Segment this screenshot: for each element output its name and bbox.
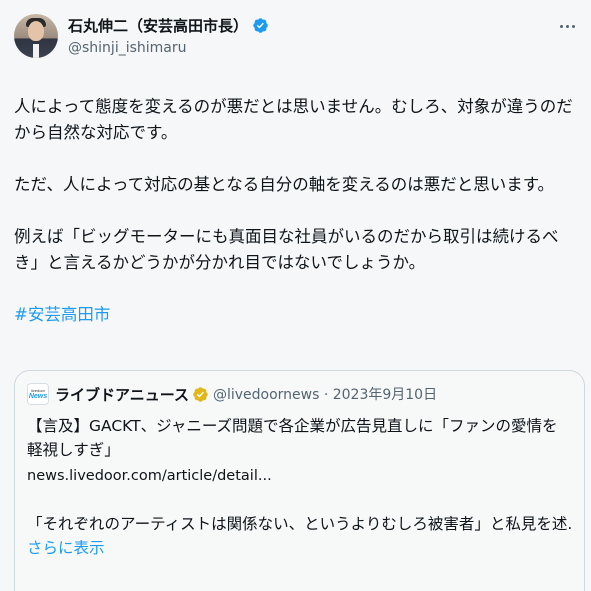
- avatar[interactable]: [14, 14, 58, 58]
- more-dot: [565, 24, 569, 28]
- hashtag-link[interactable]: #安芸高田市: [14, 302, 110, 328]
- avatar-collar: [33, 44, 39, 58]
- display-name-row: 石丸伸二（安芸高田市長）: [68, 15, 269, 36]
- quote-avatar-bottom-text: News: [28, 392, 48, 400]
- tweet-paragraph: 人によって態度を変えるのが悪だとは思いません。むしろ、対象が違うのだから自然な対…: [14, 97, 573, 142]
- verified-badge-icon[interactable]: [252, 17, 269, 34]
- tweet-header: 石丸伸二（安芸高田市長） @shinji_ishimaru: [14, 12, 577, 72]
- more-horizontal-icon[interactable]: [557, 16, 577, 36]
- quote-text: 【言及】GACKT、ジャニーズ問題で各企業が広告見直しに「ファンの愛情を軽視しす…: [27, 417, 558, 459]
- quote-header: livedoor News ライブドアニュース @livedoornews · …: [27, 383, 572, 405]
- quote-avatar: livedoor News: [27, 383, 49, 405]
- author-names: 石丸伸二（安芸高田市長） @shinji_ishimaru: [68, 15, 269, 56]
- avatar-face: [28, 21, 44, 41]
- quote-link[interactable]: news.livedoor.com/article/detail...: [27, 464, 572, 488]
- quote-excerpt: 「それぞれのアーティストは関係ない、というよりむしろ被害者」と私見を述...: [27, 515, 572, 533]
- tweet-paragraph: 例えば「ビッグモーターにも真面目な社員がいるのだから取引は続けるべき」と言えるか…: [14, 227, 559, 272]
- display-name[interactable]: 石丸伸二（安芸高田市長）: [68, 15, 248, 36]
- quoted-tweet[interactable]: livedoor News ライブドアニュース @livedoornews · …: [14, 370, 585, 591]
- tweet-card: 石丸伸二（安芸高田市長） @shinji_ishimaru 人によって態度を変え…: [0, 0, 591, 591]
- tweet-body: 人によって態度を変えるのが悪だとは思いません。むしろ、対象が違うのだから自然な対…: [14, 94, 577, 328]
- quote-display-name: ライブドアニュース: [55, 385, 189, 404]
- more-dot: [559, 24, 563, 28]
- tweet-paragraph: ただ、人によって対応の基となる自分の軸を変えるのは悪だと思います。: [14, 175, 555, 194]
- quote-handle-date: @livedoornews · 2023年9月10日: [212, 387, 438, 403]
- author-handle[interactable]: @shinji_ishimaru: [68, 40, 269, 56]
- show-more-link[interactable]: さらに表示: [27, 536, 572, 560]
- gold-verified-badge-icon: [193, 386, 208, 402]
- more-dot: [571, 24, 575, 28]
